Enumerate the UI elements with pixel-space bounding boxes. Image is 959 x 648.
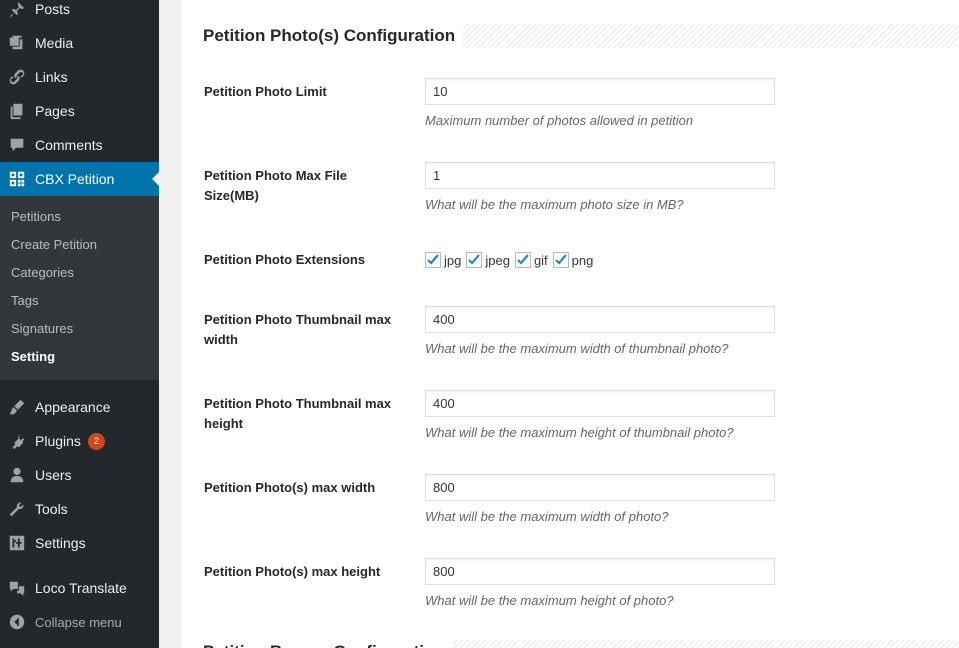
next-section-title: Petition Banner Configuration	[203, 640, 453, 648]
menu-comments[interactable]: Comments	[0, 128, 159, 162]
photo-extensions-label: Petition Photo Extensions	[204, 252, 366, 267]
admin-sidebar: Posts Media Links Pages Comments CBX Pet…	[0, 0, 159, 648]
photo-limit-label: Petition Photo Limit	[204, 84, 327, 99]
menu-comments-label: Comments	[35, 137, 103, 153]
checkmark-icon	[468, 254, 481, 265]
submenu-categories[interactable]: Categories	[11, 265, 74, 280]
collapse-menu-button[interactable]: Collapse menu	[0, 605, 159, 639]
section-header-photo-config: Petition Photo(s) Configuration	[203, 24, 959, 48]
menu-posts-label: Posts	[35, 1, 71, 17]
thumb-height-input[interactable]	[425, 390, 775, 417]
plugins-update-badge: 2	[87, 432, 105, 450]
photo-max-size-label-line1: Petition Photo Max File	[204, 168, 348, 183]
menu-plugins-label: Plugins	[35, 433, 81, 449]
section-title: Petition Photo(s) Configuration	[203, 24, 464, 48]
menu-appearance[interactable]: Appearance	[0, 390, 159, 424]
checkmark-icon	[554, 254, 567, 265]
collapse-arrow-icon	[7, 612, 27, 632]
menu-users-label: Users	[35, 467, 72, 483]
photo-max-width-label: Petition Photo(s) max width	[204, 480, 376, 495]
menu-media-label: Media	[35, 35, 74, 51]
pin-icon	[7, 0, 27, 19]
thumb-height-label-line2: height	[204, 416, 243, 431]
menu-users[interactable]: Users	[0, 458, 159, 492]
photo-max-width-desc: What will be the maximum width of photo?	[425, 509, 669, 524]
thumb-height-desc: What will be the maximum height of thumb…	[425, 425, 734, 440]
menu-loco-translate[interactable]: Loco Translate	[0, 571, 159, 605]
menu-tools[interactable]: Tools	[0, 492, 159, 526]
submenu-tags[interactable]: Tags	[11, 293, 38, 308]
thumb-width-label-line2: width	[204, 332, 238, 347]
plug-icon	[7, 431, 27, 451]
pages-icon	[7, 101, 27, 121]
checkbox-jpg[interactable]	[425, 252, 441, 268]
checkmark-icon	[517, 254, 529, 265]
menu-media[interactable]: Media	[0, 26, 159, 60]
menu-tools-label: Tools	[35, 501, 68, 517]
settings-panel: Petition Photo(s) Configuration Petition…	[181, 0, 959, 648]
menu-plugins[interactable]: Plugins 2	[0, 424, 159, 458]
photo-limit-desc: Maximum number of photos allowed in peti…	[425, 113, 694, 128]
checkbox-gif[interactable]	[514, 252, 531, 268]
thumb-width-input[interactable]	[425, 306, 775, 333]
section-header-banner-config: Petition Banner Configuration	[203, 640, 959, 648]
photo-max-size-label: Petition Photo Max File Size(MB)	[204, 166, 404, 206]
menu-links-label: Links	[35, 69, 68, 85]
menu-links[interactable]: Links	[0, 60, 159, 94]
submenu-signatures[interactable]: Signatures	[11, 321, 73, 336]
thumb-height-label-line1: Petition Photo Thumbnail max	[204, 396, 392, 411]
checkbox-gif-label: gif	[533, 252, 548, 268]
media-icon	[7, 33, 27, 53]
settings-sliders-icon	[7, 533, 27, 553]
thumb-width-label: Petition Photo Thumbnail max width	[204, 310, 404, 350]
translate-icon	[7, 578, 27, 598]
photo-max-size-label-line2: Size(MB)	[204, 188, 259, 203]
photo-max-width-input[interactable]	[425, 474, 775, 501]
checkmark-icon	[427, 254, 439, 265]
link-icon	[7, 67, 27, 87]
photo-max-height-input[interactable]	[425, 558, 775, 585]
current-menu-arrow	[152, 172, 159, 186]
collapse-menu-label: Collapse menu	[35, 614, 122, 630]
menu-pages[interactable]: Pages	[0, 94, 159, 128]
thumb-height-label: Petition Photo Thumbnail max height	[204, 394, 404, 434]
menu-posts[interactable]: Posts	[0, 0, 159, 26]
submenu-setting[interactable]: Setting	[11, 349, 55, 364]
photo-max-size-desc: What will be the maximum photo size in M…	[425, 197, 684, 212]
thumb-width-label-line1: Petition Photo Thumbnail max	[204, 312, 392, 327]
submenu-petitions[interactable]: Petitions	[11, 209, 61, 224]
checkbox-jpeg-label: jpeg	[485, 252, 510, 268]
menu-appearance-label: Appearance	[35, 399, 111, 415]
main-content: Petition Photo(s) Configuration Petition…	[159, 0, 959, 648]
photo-max-size-input[interactable]	[425, 162, 775, 189]
menu-loco-translate-label: Loco Translate	[35, 580, 127, 596]
checkbox-png[interactable]	[552, 252, 569, 268]
wrench-icon	[7, 499, 27, 519]
photo-extensions-checkboxes: jpg jpeg gif png	[425, 252, 598, 268]
checkbox-jpeg[interactable]	[466, 252, 483, 268]
qr-grid-icon	[7, 169, 27, 189]
photo-limit-input[interactable]	[425, 78, 775, 105]
thumb-width-desc: What will be the maximum width of thumbn…	[425, 341, 729, 356]
cbx-petition-submenu: Petitions Create Petition Categories Tag…	[0, 196, 159, 380]
checkbox-jpg-label: jpg	[444, 252, 462, 268]
menu-pages-label: Pages	[35, 103, 75, 119]
paintbrush-icon	[7, 397, 27, 417]
menu-settings-label: Settings	[35, 535, 86, 551]
menu-settings[interactable]: Settings	[0, 526, 159, 560]
submenu-create-petition[interactable]: Create Petition	[11, 237, 97, 252]
user-icon	[7, 465, 27, 485]
menu-cbx-petition-label: CBX Petition	[35, 171, 115, 187]
checkbox-png-label: png	[571, 252, 594, 268]
menu-cbx-petition[interactable]: CBX Petition	[0, 162, 159, 196]
photo-max-height-label: Petition Photo(s) max height	[204, 564, 381, 579]
photo-max-height-desc: What will be the maximum height of photo…	[425, 593, 674, 608]
comment-icon	[7, 135, 27, 155]
